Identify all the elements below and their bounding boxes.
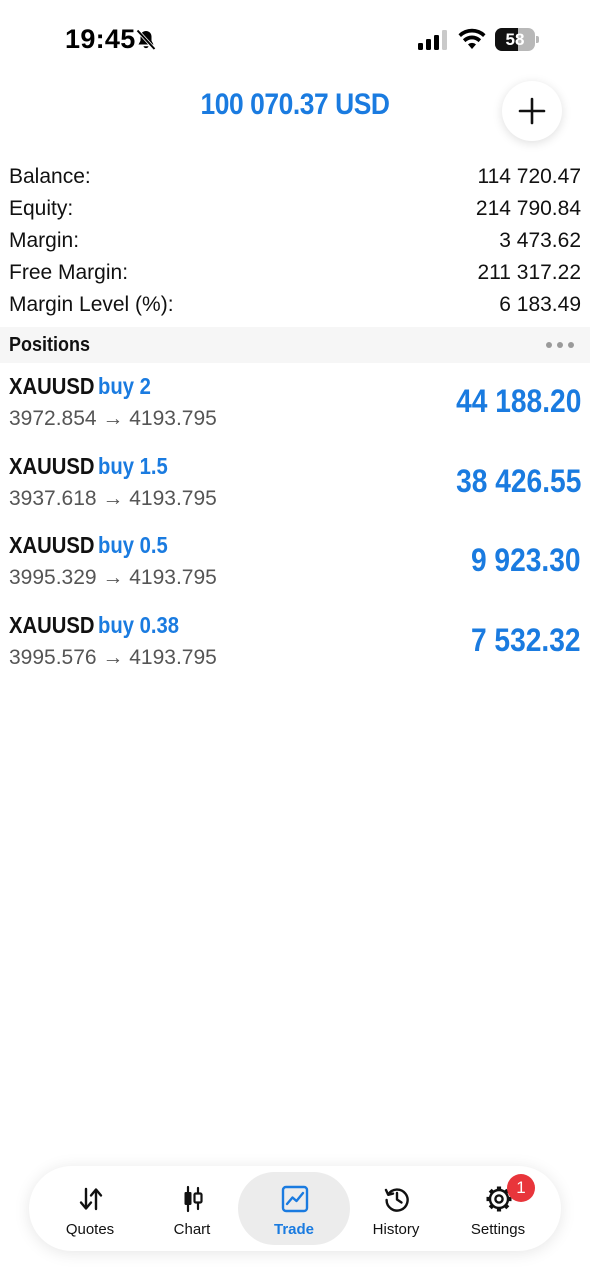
plus-icon: [518, 97, 546, 125]
tab-quotes[interactable]: Quotes: [34, 1172, 146, 1245]
new-order-button[interactable]: [502, 81, 562, 141]
history-icon: [384, 1188, 409, 1212]
position-symbol: XAUUSD: [9, 373, 95, 399]
account-total: 100 070.37 USD: [200, 88, 390, 121]
summary-row-margin: Margin: 3 473.62: [0, 225, 590, 257]
tab-label: Chart: [173, 1221, 211, 1238]
summary-value: 211 317.22: [477, 261, 581, 284]
status-bar: 19:45 58: [0, 0, 590, 80]
position-symbol: XAUUSD: [9, 532, 95, 558]
summary-value: 6 183.49: [499, 293, 581, 316]
tab-label: History: [372, 1221, 420, 1238]
summary-label: Margin:: [9, 229, 80, 252]
position-direction: buy 1.5: [97, 452, 168, 479]
positions-header: Positions: [0, 327, 590, 363]
summary-label: Equity:: [9, 197, 74, 220]
summary-value: 114 720.47: [477, 165, 581, 188]
position-profit: 44 188.20: [455, 383, 581, 419]
position-profit: 38 426.55: [455, 462, 581, 499]
more-options-icon[interactable]: [546, 342, 574, 348]
settings-notification-badge: 1: [507, 1174, 535, 1202]
tab-bar: Quotes Chart Trade History Settings: [29, 1166, 561, 1251]
candlestick-icon: [184, 1185, 203, 1213]
summary-value: 3 473.62: [499, 229, 581, 252]
position-symbol: XAUUSD: [9, 452, 95, 479]
trade-chart-icon: [281, 1185, 309, 1213]
tab-label: Settings: [470, 1221, 526, 1238]
position-prices: 3972.854 → 4193.795: [9, 407, 217, 430]
positions-list: XAUUSD buy 2 3972.854 → 4193.795 44 188.2…: [0, 363, 590, 681]
position-row[interactable]: XAUUSD buy 1.5 3937.618 → 4193.795 38 426…: [0, 443, 590, 523]
summary-label: Margin Level (%):: [9, 293, 174, 316]
tab-label: Quotes: [65, 1221, 115, 1238]
position-profit: 9 923.30: [471, 542, 581, 578]
summary-row-balance: Balance: 114 720.47: [0, 161, 590, 193]
position-direction: buy 0.38: [97, 611, 179, 638]
tab-label: Trade: [273, 1221, 315, 1238]
tab-trade[interactable]: Trade: [238, 1172, 350, 1245]
tab-history[interactable]: History: [340, 1172, 452, 1245]
summary-row-equity: Equity: 214 790.84: [0, 193, 590, 225]
battery-level: 58: [505, 30, 525, 49]
position-row[interactable]: XAUUSD buy 0.38 3995.576 → 4193.795 7 532…: [0, 602, 590, 682]
summary-row-margin-level: Margin Level (%): 6 183.49: [0, 289, 590, 321]
position-direction: buy 0.5: [97, 532, 168, 558]
wifi-icon: [458, 28, 486, 49]
position-prices: 3995.576 → 4193.795: [9, 645, 217, 669]
position-direction: buy 2: [97, 373, 151, 399]
positions-title: Positions: [9, 333, 91, 356]
position-symbol: XAUUSD: [9, 611, 95, 638]
quotes-icon: [79, 1187, 103, 1211]
bell-slash-icon: [136, 29, 156, 51]
summary-row-free-margin: Free Margin: 211 317.22: [0, 257, 590, 289]
position-row[interactable]: XAUUSD buy 2 3972.854 → 4193.795 44 188.2…: [0, 363, 590, 443]
summary-label: Balance:: [9, 165, 91, 188]
position-profit: 7 532.32: [471, 621, 581, 658]
position-row[interactable]: XAUUSD buy 0.5 3995.329 → 4193.795 9 923.…: [0, 522, 590, 602]
tab-chart[interactable]: Chart: [136, 1172, 248, 1245]
tab-settings[interactable]: Settings: [442, 1172, 554, 1245]
battery-indicator: 58: [495, 28, 539, 51]
position-prices: 3995.329 → 4193.795: [9, 566, 217, 589]
summary-value: 214 790.84: [475, 197, 581, 220]
signal-icon: [418, 30, 447, 50]
position-prices: 3937.618 → 4193.795: [9, 486, 217, 510]
status-time: 19:45: [65, 24, 136, 54]
summary-label: Free Margin:: [9, 261, 129, 284]
account-summary: Balance: 114 720.47 Equity: 214 790.84 M…: [0, 161, 590, 321]
